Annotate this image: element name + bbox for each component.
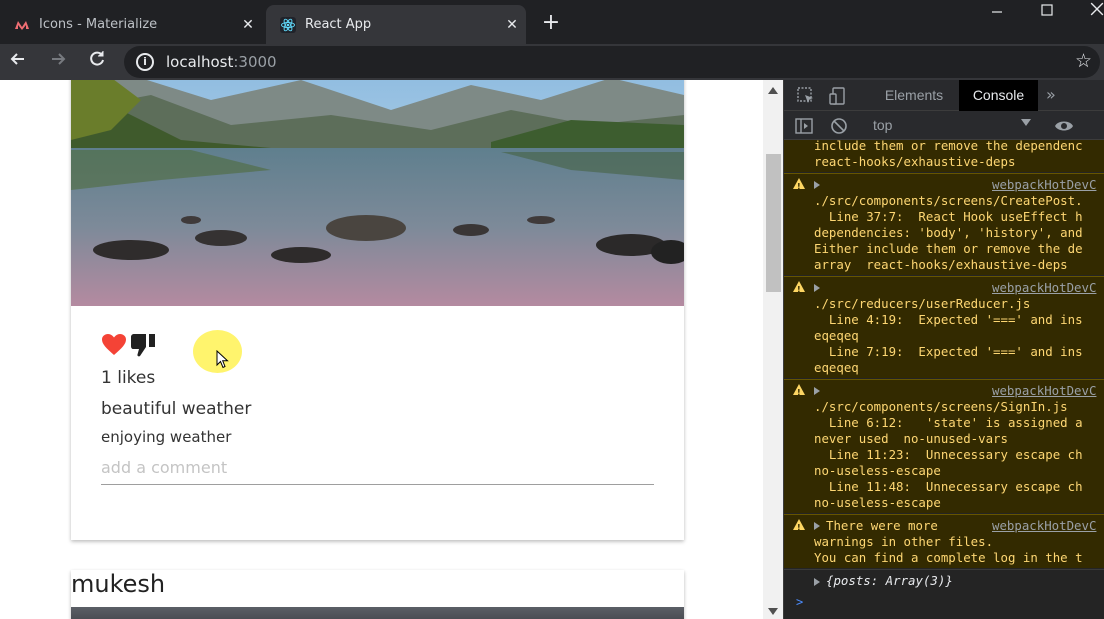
- scroll-down-arrow-icon[interactable]: [768, 608, 778, 615]
- message-text-line: ./src/components/screens/SignIn.js: [814, 399, 1068, 414]
- more-tabs-chevron-icon[interactable]: »: [1046, 80, 1056, 111]
- tab-elements[interactable]: Elements: [872, 80, 956, 111]
- expand-triangle-icon[interactable]: [814, 387, 820, 395]
- thumb-down-icon[interactable]: [129, 332, 159, 358]
- scrollbar-thumb[interactable]: [766, 154, 781, 292]
- tab-icons-materialize[interactable]: Icons - Materialize ✕: [0, 5, 262, 44]
- message-text-line: array react-hooks/exhaustive-deps: [814, 257, 1068, 272]
- message-source-link[interactable]: webpackHotDevC: [992, 280, 1096, 296]
- message-source-link[interactable]: webpackHotDevC: [992, 177, 1096, 193]
- console-warning-message[interactable]: include them or remove the dependenc reac…: [784, 140, 1104, 172]
- browser-tab-strip: Icons - Materialize ✕ React App ✕ +: [0, 0, 1104, 44]
- post-title: beautiful weather: [101, 399, 252, 419]
- tab-react-app[interactable]: React App ✕: [266, 5, 526, 44]
- message-text-line: Line 37:7: React Hook useEffect h: [814, 209, 1083, 224]
- device-toggle-icon[interactable]: [828, 86, 848, 106]
- back-arrow-icon[interactable]: [4, 48, 32, 76]
- console-sidebar-icon[interactable]: [794, 116, 814, 136]
- message-text-line: ./src/reducers/userReducer.js: [814, 296, 1031, 311]
- url-text: localhost:3000: [166, 53, 277, 71]
- message-text-line: no-useless-escape: [814, 495, 941, 510]
- url-port: :3000: [233, 53, 277, 71]
- maximize-icon[interactable]: [1022, 0, 1072, 26]
- message-text-line: dependencies: 'body', 'history', and: [814, 225, 1083, 240]
- context-selector[interactable]: top: [873, 117, 892, 133]
- console-prompt[interactable]: >: [796, 594, 803, 610]
- post-body: enjoying weather: [101, 428, 232, 446]
- context-dropdown-icon[interactable]: [1021, 119, 1031, 126]
- expand-triangle-icon[interactable]: [814, 578, 820, 586]
- console-toolbar: top: [784, 111, 1104, 140]
- reload-icon[interactable]: [83, 48, 111, 76]
- likes-count: 1 likes: [101, 368, 156, 388]
- new-tab-button[interactable]: +: [538, 10, 564, 36]
- devtools-panel: Elements Console » top include them or r…: [783, 80, 1104, 619]
- console-warning-message[interactable]: webpackHotDevC There were morewarnings in…: [784, 514, 1104, 568]
- url-host: localhost: [166, 53, 234, 71]
- page-viewport: 1 likes beautiful weather enjoying weath…: [0, 80, 763, 619]
- browser-toolbar: i localhost:3000 ☆: [0, 44, 1104, 80]
- tab-close-icon[interactable]: ✕: [234, 17, 262, 33]
- message-text-line: never used no-unused-vars: [814, 431, 1008, 446]
- console-warning-message[interactable]: webpackHotDevC./src/components/screens/C…: [784, 173, 1104, 275]
- like-heart-icon[interactable]: [101, 333, 127, 357]
- message-text-line: include them or remove the dependenc: [814, 140, 1083, 153]
- site-info-icon[interactable]: i: [136, 53, 154, 71]
- message-text-line: There were more: [826, 518, 938, 533]
- tab-console[interactable]: Console: [959, 80, 1038, 111]
- scroll-up-arrow-icon[interactable]: [768, 87, 778, 94]
- console-warning-message[interactable]: webpackHotDevC./src/reducers/userReducer…: [784, 276, 1104, 378]
- warning-icon: [793, 384, 805, 401]
- expand-triangle-icon[interactable]: [814, 181, 820, 189]
- live-expression-eye-icon[interactable]: [1054, 116, 1074, 136]
- message-text-line: Line 11:23: Unnecessary escape ch: [814, 447, 1083, 462]
- bookmark-star-icon[interactable]: ☆: [1075, 50, 1092, 72]
- tab-title: Icons - Materialize: [39, 17, 158, 32]
- log-object-text: {posts: Array(3)}: [826, 573, 953, 588]
- message-text-line: Either include them or remove the de: [814, 241, 1083, 256]
- clear-console-icon[interactable]: [829, 116, 849, 136]
- expand-triangle-icon[interactable]: [814, 284, 820, 292]
- message-text-line: Line 7:19: Expected '===' and ins: [814, 344, 1083, 359]
- message-source-link[interactable]: webpackHotDevC: [992, 383, 1096, 399]
- message-text-line: ./src/components/screens/CreatePost.: [814, 193, 1083, 208]
- message-text-line: eqeqeq: [814, 360, 859, 375]
- page-scrollbar[interactable]: [763, 80, 783, 619]
- forward-arrow-icon[interactable]: [44, 48, 72, 76]
- expand-triangle-icon[interactable]: [814, 522, 820, 530]
- console-output: include them or remove the dependenc reac…: [784, 140, 1104, 619]
- reaction-buttons: [101, 330, 159, 360]
- post-image: [71, 607, 684, 619]
- inspect-element-icon[interactable]: [796, 86, 816, 106]
- message-text-line: You can find a complete log in the t: [814, 550, 1083, 565]
- message-text-line: react-hooks/exhaustive-deps: [814, 154, 1016, 169]
- close-icon[interactable]: [1072, 0, 1104, 26]
- message-source-link[interactable]: webpackHotDevC: [992, 518, 1096, 534]
- warning-icon: [793, 178, 805, 195]
- minimize-icon[interactable]: [972, 0, 1022, 26]
- comment-input[interactable]: [101, 450, 654, 485]
- post-author[interactable]: mukesh: [71, 570, 165, 598]
- message-text-line: Line 6:12: 'state' is assigned a: [814, 415, 1083, 430]
- message-text-line: eqeqeq: [814, 328, 859, 343]
- post-image-lake: [71, 80, 684, 306]
- warning-icon: [793, 281, 805, 298]
- message-text-line: no-useless-escape: [814, 463, 941, 478]
- message-text-line: warnings in other files.: [814, 534, 994, 549]
- materialize-logo-icon: [15, 20, 29, 30]
- mouse-pointer-icon: [216, 350, 229, 369]
- console-log-object[interactable]: {posts: Array(3)}: [784, 569, 1104, 591]
- tab-title: React App: [305, 17, 372, 32]
- warning-icon: [793, 519, 805, 536]
- message-text-line: Line 4:19: Expected '===' and ins: [814, 312, 1083, 327]
- message-text-line: Line 11:48: Unnecessary escape ch: [814, 479, 1083, 494]
- react-logo-icon: [280, 16, 296, 33]
- address-bar[interactable]: i localhost:3000 ☆: [124, 46, 1100, 78]
- post-card: 1 likes beautiful weather enjoying weath…: [71, 80, 684, 540]
- tab-close-icon[interactable]: ✕: [498, 17, 526, 33]
- post-card: mukesh: [71, 570, 684, 619]
- devtools-tab-bar: Elements Console »: [784, 80, 1104, 111]
- console-warning-message[interactable]: webpackHotDevC./src/components/screens/S…: [784, 379, 1104, 513]
